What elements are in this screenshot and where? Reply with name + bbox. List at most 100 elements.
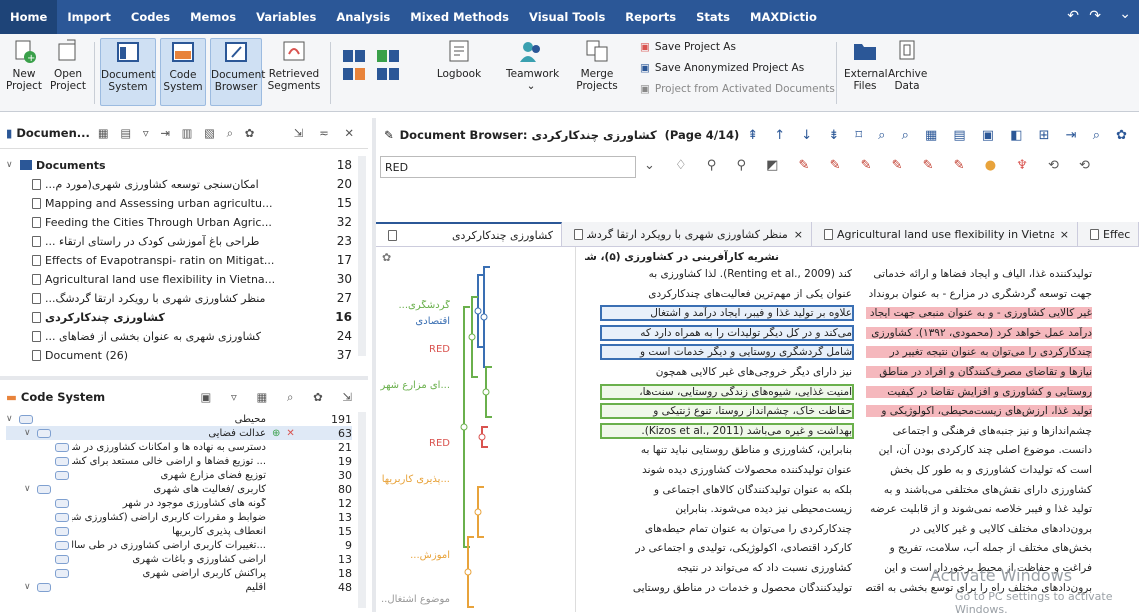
code-item[interactable]: گونه های کشاورزی موجود در شهر 12 xyxy=(6,496,352,510)
document-browser-button[interactable]: Document Browser xyxy=(210,38,265,106)
document-tab[interactable]: Effects ratin xyxy=(1078,222,1139,246)
teamwork-button[interactable]: Teamwork ⌄ xyxy=(506,38,559,92)
code-bracket-node[interactable] xyxy=(474,307,482,315)
document-item[interactable]: Effects of Evapotranspi- ratin on Mitiga… xyxy=(6,251,352,269)
code-item[interactable]: ضوابط و مقررات کاربری اراضی (کشاورزی شهر… xyxy=(6,510,352,524)
code-bracket-node[interactable] xyxy=(468,333,476,341)
margin-code-label[interactable]: ...پذیری کاربریها xyxy=(380,474,450,485)
document-item[interactable]: Mapping and Assessing urban agricultu...… xyxy=(6,194,352,212)
code-bracket-node[interactable] xyxy=(464,568,472,576)
code-toolbar-icons[interactable]: ▣ ▿ ▦ ⌕ ✿ ⇲ xyxy=(201,390,361,405)
document-item[interactable]: ...منظر کشاورزی شهری با رویکرد ارتقا گرد… xyxy=(6,289,352,307)
logbook-button[interactable]: Logbook xyxy=(436,38,482,80)
code-bracket-node[interactable] xyxy=(478,433,486,441)
document-tab[interactable]: Agricultural land use flexibility in Vie… xyxy=(812,222,1078,246)
chevron-down-icon[interactable]: ∨ xyxy=(6,160,16,170)
document-label: Mapping and Assessing urban agricultu... xyxy=(45,196,273,210)
close-tab-icon[interactable]: × xyxy=(1060,228,1069,241)
text-line: کشاورزی نسبت داد که می‌تواند در نتیجه xyxy=(676,562,852,574)
retrieved-segments-button[interactable]: Retrieved Segments xyxy=(266,38,322,92)
chevron-down-icon[interactable]: ⌄ xyxy=(1119,6,1131,22)
menu-analysis[interactable]: Analysis xyxy=(326,0,400,34)
code-bracket-node[interactable] xyxy=(480,313,488,321)
menu-variables[interactable]: Variables xyxy=(246,0,326,34)
code-item[interactable]: ∨ عدالت فضایی ⊕ ✕ 63 xyxy=(6,426,352,440)
menu-visual-tools[interactable]: Visual Tools xyxy=(519,0,615,34)
code-item[interactable]: ... توزیع فضاها و اراضی خالی مستعد برای … xyxy=(6,454,352,468)
code-item[interactable]: انعطاف پذیری کاربریها 15 xyxy=(6,524,352,538)
document-item[interactable]: Agricultural land use flexibility in Vie… xyxy=(6,270,352,288)
menu-memos[interactable]: Memos xyxy=(180,0,246,34)
document-item[interactable]: ...امکان‌سنجی توسعه کشاورزی شهری(مورد م 2… xyxy=(6,175,352,193)
delete-code-icon[interactable]: ✕ xyxy=(286,428,294,439)
document-item[interactable]: Document (26) 37 xyxy=(6,346,352,364)
text-line: بخش‌های مختلف از جمله آب، سلامت، تفریح و xyxy=(889,542,1092,555)
archive-data-button[interactable]: Archive Data xyxy=(888,38,927,92)
code-icon xyxy=(55,568,69,578)
code-item[interactable]: ...تغییرات کاربری اراضی کشاورزی در طی سا… xyxy=(6,538,352,552)
margin-code-label[interactable]: موضوع اشتغال... xyxy=(380,594,450,605)
margin-code-label[interactable]: RED xyxy=(380,344,450,355)
merge-projects-button[interactable]: Merge Projects xyxy=(574,38,620,92)
open-project-button[interactable]: Open Project xyxy=(48,38,88,92)
code-item[interactable]: ∨ کاربری /فعالیت های شهری 80 xyxy=(6,482,352,496)
menu-import[interactable]: Import xyxy=(57,0,121,34)
toolbar-icons[interactable]: ▦ ▤ ▿ ⇥ ▥ ▧ ⌕ ✿ xyxy=(98,126,259,141)
code-item[interactable]: ∨ محیطی 191 xyxy=(6,412,352,426)
document-system-button[interactable]: Document System xyxy=(100,38,156,106)
document-tab[interactable]: منظر کشاورزی شهری با رویکرد ارتقا گردشگر… xyxy=(562,222,812,246)
chevron-icon[interactable]: ∨ xyxy=(6,414,16,424)
documents-root[interactable]: ∨ Documents 18 xyxy=(6,156,352,174)
document-item[interactable]: Feeding the Cities Through Urban Agric..… xyxy=(6,213,352,231)
document-item[interactable]: کشاورزی چندکارکردی 16 xyxy=(6,308,352,326)
code-item[interactable]: توزیع فضای مزارع شهری 30 xyxy=(6,468,352,482)
project-from-activated-button[interactable]: ▣ Project from Activated Documents xyxy=(640,83,835,95)
code-system-button[interactable]: Code System xyxy=(160,38,206,106)
save-project-as-button[interactable]: ▣ Save Project As xyxy=(640,41,736,53)
code-item[interactable]: پراکنش کاربری اراضی شهری 18 xyxy=(6,566,352,580)
save-anonymized-button[interactable]: ▣ Save Anonymized Project As xyxy=(640,62,804,74)
chevron-icon[interactable]: ∨ xyxy=(24,582,34,592)
menu-mixed-methods[interactable]: Mixed Methods xyxy=(400,0,519,34)
add-code-icon[interactable]: ⊕ xyxy=(272,428,280,439)
menu-codes[interactable]: Codes xyxy=(121,0,180,34)
settings-gear-icon[interactable]: ✿ xyxy=(382,251,391,264)
layout-grid-button-2[interactable] xyxy=(372,48,404,80)
code-icon xyxy=(55,442,69,452)
document-tab[interactable]: کشاورزی چندکارکردی xyxy=(376,222,562,246)
code-bracket-node[interactable] xyxy=(460,423,468,431)
code-icon xyxy=(37,484,51,494)
color-select[interactable]: RED xyxy=(380,156,636,178)
margin-code-label[interactable]: گردشگری... xyxy=(380,300,450,311)
coding-toolbar-icons[interactable]: ⌄ ♢ ⚲ ⚲ ◩ ✎ ✎ ✎ ✎ ✎ ✎ ● ♆ ⟲ ⟲ xyxy=(644,158,1098,173)
undo-icon[interactable]: ↶ xyxy=(1067,8,1079,24)
redo-icon[interactable]: ↷ xyxy=(1089,8,1101,24)
browser-toolbar-icons[interactable]: ⇞ ↑ ↓ ⇟ ⌑ ⌕ ⌕ ▦ ▤ ▣ ◧ ⊞ ⇥ ⌕ ✿ xyxy=(747,128,1133,143)
margin-code-label[interactable]: آموزش... xyxy=(380,550,450,561)
margin-code-label[interactable]: ...ای مزارع شهری xyxy=(380,380,450,391)
chevron-icon[interactable]: ∨ xyxy=(24,484,34,494)
code-item[interactable]: اراضی کشاورزی و باغات شهری 13 xyxy=(6,552,352,566)
pane-window-controls[interactable]: ⇲ ≂ ✕ xyxy=(294,126,360,140)
menu-reports[interactable]: Reports xyxy=(615,0,686,34)
document-item[interactable]: ... طراحی باغ آموزشی کودک در راستای ارتق… xyxy=(6,232,352,250)
document-count: 32 xyxy=(336,215,352,229)
close-tab-icon[interactable]: × xyxy=(794,228,803,241)
code-bracket-node[interactable] xyxy=(474,508,482,516)
margin-code-label[interactable]: RED xyxy=(380,438,450,449)
code-item[interactable]: ∨ اقلیم 48 xyxy=(6,580,352,594)
chevron-icon[interactable]: ∨ xyxy=(24,428,34,438)
document-item[interactable]: ... کشاورزی شهری به عنوان بخشی از فضاهای… xyxy=(6,327,352,345)
layout-grid-button-1[interactable] xyxy=(338,48,370,80)
external-files-button[interactable]: External Files xyxy=(844,38,888,92)
scrollbar[interactable] xyxy=(358,412,366,608)
menu-home[interactable]: Home xyxy=(0,0,58,34)
text-line: تولید غذا و فیبر خلاصه نمی‌شوند و از قاب… xyxy=(870,503,1092,516)
code-bracket-node[interactable] xyxy=(482,388,490,396)
scrollbar[interactable] xyxy=(358,156,366,356)
menu-maxdictio[interactable]: MAXDictio xyxy=(740,0,827,34)
new-project-button[interactable]: + New Project xyxy=(6,38,42,92)
code-item[interactable]: دسترسی به نهاده ها و امکانات کشاورزی در … xyxy=(6,440,352,454)
menu-stats[interactable]: Stats xyxy=(686,0,740,34)
margin-code-label[interactable]: اقتصادی xyxy=(380,316,450,327)
